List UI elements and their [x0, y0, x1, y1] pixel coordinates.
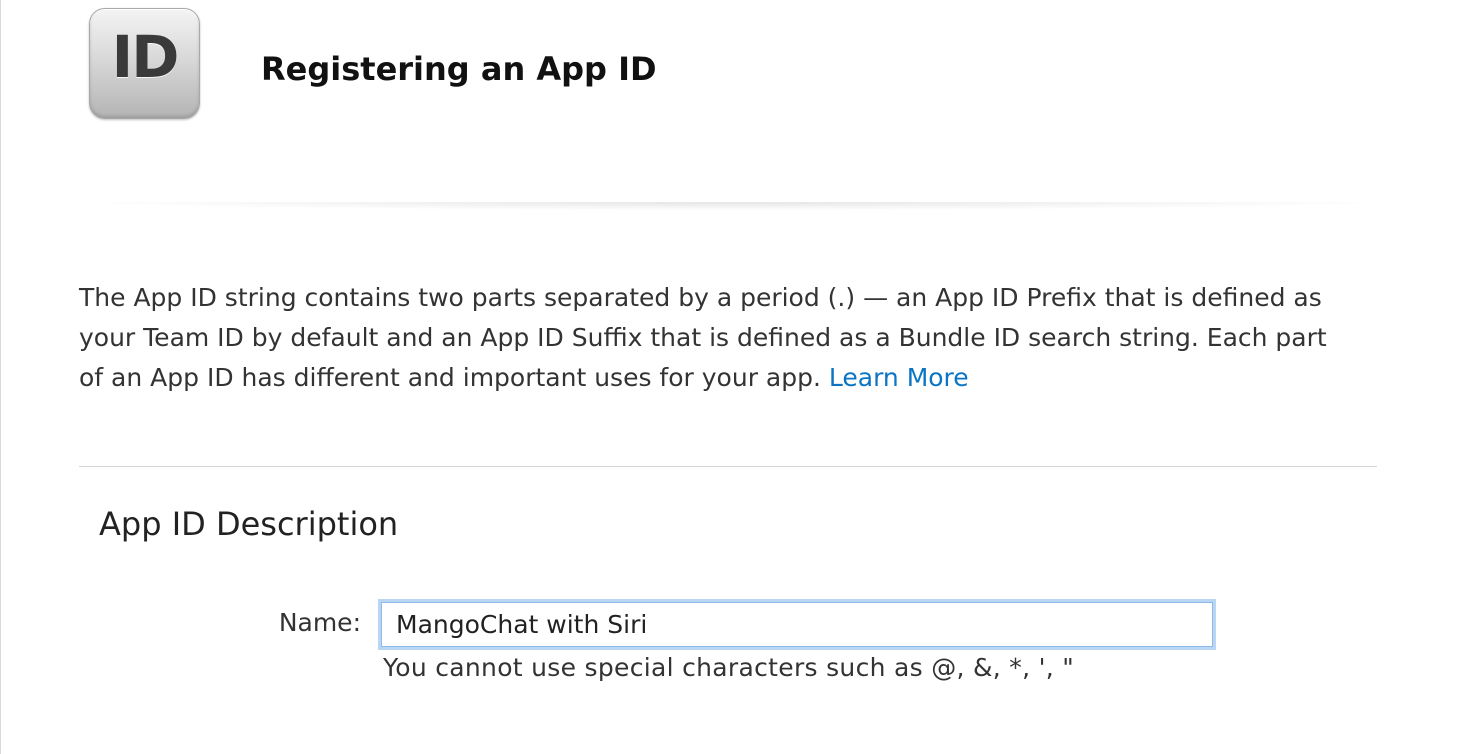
app-id-icon-label: ID [111, 22, 180, 91]
intro-text: The App ID string contains two parts sep… [79, 283, 1327, 392]
page-title: Registering an App ID [261, 50, 657, 88]
registration-page: ID Registering an App ID The App ID stri… [0, 0, 1458, 754]
name-input[interactable] [378, 599, 1216, 650]
section-divider [79, 466, 1377, 467]
section-title-app-id-description: App ID Description [99, 505, 399, 543]
learn-more-link[interactable]: Learn More [829, 363, 969, 392]
name-field-help-text: You cannot use special characters such a… [383, 653, 1075, 682]
intro-paragraph: The App ID string contains two parts sep… [79, 278, 1339, 398]
name-field-label: Name: [278, 608, 361, 637]
header-divider-shadow [79, 202, 1389, 210]
app-id-icon: ID [89, 8, 200, 119]
